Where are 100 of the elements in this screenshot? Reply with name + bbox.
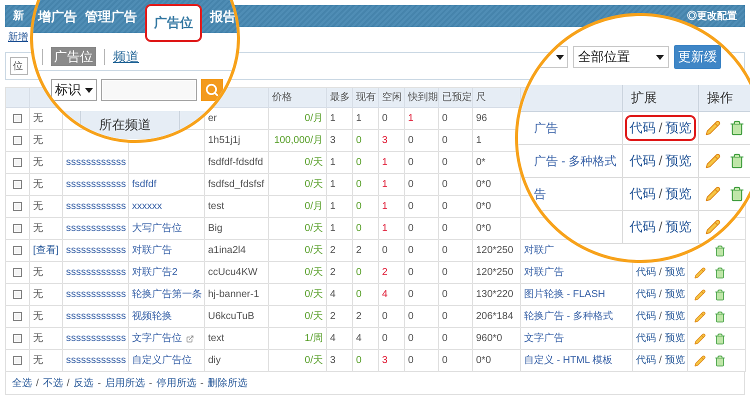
trash-bin-icon[interactable] <box>714 244 726 256</box>
brand-text: 新 <box>13 8 24 24</box>
checkbox[interactable] <box>13 312 22 321</box>
table-cell-text: 96 <box>476 112 488 126</box>
checkbox[interactable] <box>13 180 22 189</box>
nav-tab[interactable]: 报告 <box>210 4 236 30</box>
checkbox[interactable] <box>13 224 22 233</box>
link[interactable]: 代码 <box>636 265 656 280</box>
footer-link[interactable]: 反选 <box>74 376 94 390</box>
table-cell-text: 0 <box>442 244 448 258</box>
settings-link[interactable]: ◎更改配置 <box>687 8 737 24</box>
table-cell-text: 0 <box>408 200 414 214</box>
checkbox[interactable] <box>13 356 22 365</box>
table-cell-text: 0 <box>442 310 448 324</box>
checkbox[interactable] <box>13 136 22 145</box>
link[interactable]: 预览 <box>665 184 692 204</box>
pencil-icon[interactable] <box>705 219 721 235</box>
pencil-icon[interactable] <box>694 266 706 278</box>
link[interactable]: 预览 <box>664 265 685 280</box>
column-header: 已预定 <box>442 90 472 105</box>
pencil-icon[interactable] <box>694 288 706 300</box>
separator: - <box>148 376 152 390</box>
checkbox[interactable] <box>13 334 22 343</box>
trash-bin-icon[interactable] <box>714 354 726 366</box>
link[interactable]: 预览 <box>665 118 692 138</box>
trash-bin-icon[interactable] <box>729 153 745 169</box>
link[interactable]: 预览 <box>664 287 685 302</box>
search-button[interactable] <box>201 79 223 101</box>
name-link[interactable]: 自定义广告位 <box>132 353 192 368</box>
trash-bin-icon[interactable] <box>729 186 745 202</box>
link[interactable]: 代码 <box>630 118 656 138</box>
subnav-link[interactable]: 频道 <box>113 46 139 66</box>
nav-tab[interactable]: 广告位 <box>145 4 202 42</box>
pencil-icon[interactable] <box>705 153 721 169</box>
external-link-icon[interactable] <box>186 334 194 342</box>
column-header: 快到期 <box>408 90 438 105</box>
name-link[interactable]: fsdfdf <box>132 177 156 192</box>
pencil-icon[interactable] <box>694 332 706 344</box>
table-cell-text: 自定义 - HTML 模板 <box>524 354 613 368</box>
location-select[interactable]: 全部位置 <box>573 46 669 68</box>
link[interactable]: 代码 <box>636 331 656 346</box>
caret-icon <box>656 54 664 60</box>
checkbox[interactable] <box>13 158 22 167</box>
table-cell-text: 2 <box>330 266 336 280</box>
table-cell-text: 960*0 <box>476 332 502 346</box>
table-cell-text: 2 <box>330 244 336 258</box>
link[interactable]: 预览 <box>665 151 692 171</box>
checkbox[interactable] <box>13 202 22 211</box>
link[interactable]: 代码 <box>630 217 656 237</box>
name-link[interactable]: 轮换广告第一条 <box>132 287 202 302</box>
name-link[interactable]: xxxxxx <box>132 199 162 214</box>
footer-link[interactable]: 全选 <box>12 376 32 390</box>
link[interactable]: 预览 <box>664 331 685 346</box>
footer-link[interactable]: 停用所选 <box>156 376 196 390</box>
checkbox[interactable] <box>13 268 22 277</box>
dropdown[interactable] <box>538 46 568 68</box>
pencil-icon[interactable] <box>694 310 706 322</box>
link[interactable]: 预览 <box>664 353 685 368</box>
footer-link[interactable]: 启用所选 <box>104 376 145 390</box>
nav-tab[interactable]: 增广告 <box>38 4 77 30</box>
name-link[interactable]: 对联广告 <box>132 243 172 258</box>
trash-bin-icon[interactable] <box>714 266 726 278</box>
trash-bin-icon[interactable] <box>714 332 726 344</box>
pencil-icon[interactable] <box>705 186 721 202</box>
link[interactable]: 代码 <box>630 184 656 204</box>
checkbox[interactable] <box>13 290 22 299</box>
trash-bin-icon[interactable] <box>714 310 726 322</box>
separator: / <box>658 152 662 170</box>
trash-bin-icon[interactable] <box>714 288 726 300</box>
table-cell-text: 0 <box>442 200 448 214</box>
table-cell-text: 0 <box>356 178 362 192</box>
link[interactable]: 代码 <box>636 287 656 302</box>
nav-tab[interactable]: 管理广告 <box>85 4 137 30</box>
refresh-button[interactable]: 更新缓 <box>674 45 721 69</box>
table-cell-text: 无 <box>33 332 43 346</box>
checkbox[interactable] <box>13 114 22 123</box>
link[interactable]: 预览 <box>664 309 685 324</box>
name-link[interactable]: 文字广告位 <box>132 331 182 346</box>
name-link[interactable]: 大写广告位 <box>132 221 182 236</box>
footer-link[interactable]: 删除所选 <box>208 376 248 390</box>
link[interactable]: 代码 <box>636 309 656 324</box>
pencil-icon[interactable] <box>705 120 721 136</box>
search-field[interactable] <box>101 79 197 101</box>
name-link[interactable]: 对联广告2 <box>132 265 178 280</box>
link[interactable]: 代码 <box>636 353 656 368</box>
link[interactable]: 代码 <box>630 151 656 171</box>
trash-bin-icon[interactable] <box>729 120 745 136</box>
checkbox[interactable] <box>13 246 22 255</box>
field-select[interactable]: 标识 <box>51 79 97 101</box>
filter-select[interactable]: 位 <box>10 57 28 75</box>
table-cell-text: diy <box>208 354 221 368</box>
link[interactable]: 预览 <box>665 217 692 237</box>
pencil-icon[interactable] <box>694 354 706 366</box>
table-cell-text: 1 <box>382 200 388 214</box>
name-link[interactable]: 视频轮换 <box>132 309 172 324</box>
table-cell-text: 无 <box>33 134 43 148</box>
table-cell-text: 0 <box>356 134 362 148</box>
footer-link[interactable]: 不选 <box>42 376 63 390</box>
add-link[interactable]: 新增 <box>8 30 28 44</box>
table-cell-text: 2 <box>356 310 362 324</box>
